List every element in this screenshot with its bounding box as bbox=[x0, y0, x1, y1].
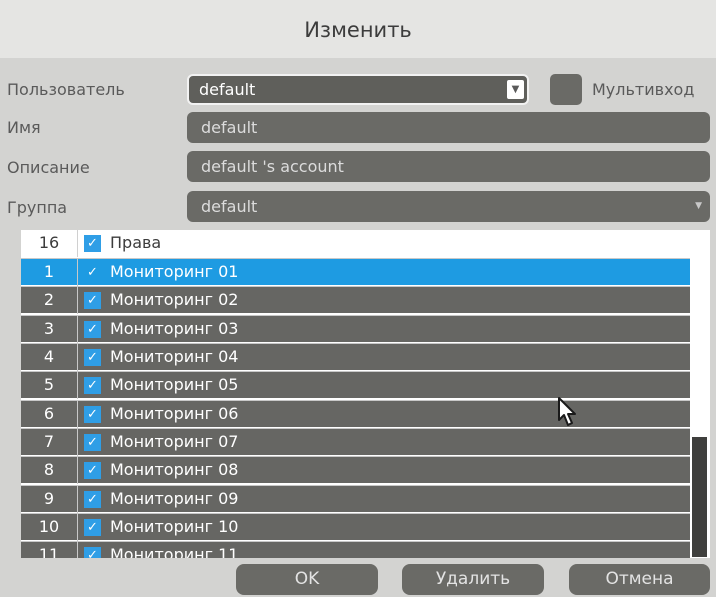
check-icon[interactable]: ✓ bbox=[84, 406, 101, 423]
row-label: Мониторинг 03 bbox=[110, 319, 239, 338]
user-select-value: default bbox=[199, 80, 256, 99]
check-icon[interactable]: ✓ bbox=[84, 377, 101, 394]
check-icon[interactable]: ✓ bbox=[84, 519, 101, 536]
edit-user-dialog: Изменить Пользователь default ▼ Мультивх… bbox=[0, 0, 716, 597]
list-item[interactable]: 7 ✓ Мониторинг 07 bbox=[21, 428, 690, 456]
row-number: 1 bbox=[43, 262, 55, 281]
row-label: Мониторинг 07 bbox=[110, 432, 239, 451]
row-number: 9 bbox=[43, 489, 55, 508]
list-item[interactable]: 6 ✓ Мониторинг 06 bbox=[21, 400, 690, 428]
check-icon[interactable]: ✓ bbox=[84, 321, 101, 338]
column-divider bbox=[77, 429, 78, 456]
dialog-title: Изменить bbox=[0, 0, 716, 58]
row-number: 7 bbox=[43, 432, 55, 451]
list-scrollbar[interactable] bbox=[690, 230, 710, 558]
user-label: Пользователь bbox=[7, 80, 125, 99]
group-value: default bbox=[201, 197, 258, 216]
cancel-button[interactable]: Отмена bbox=[569, 564, 710, 595]
list-item[interactable]: 2 ✓ Мониторинг 02 bbox=[21, 286, 690, 314]
row-label: Мониторинг 05 bbox=[110, 375, 239, 394]
column-divider bbox=[77, 401, 78, 428]
multilogin-label: Мультивход bbox=[592, 80, 695, 99]
column-divider bbox=[77, 542, 78, 558]
name-value: default bbox=[201, 118, 258, 137]
multilogin-checkbox[interactable] bbox=[550, 74, 582, 105]
column-divider bbox=[77, 259, 78, 286]
list-item[interactable]: 1 ✓ Мониторинг 01 bbox=[21, 258, 690, 286]
description-label: Описание bbox=[7, 158, 90, 177]
row-number: 2 bbox=[43, 290, 55, 309]
check-icon[interactable]: ✓ bbox=[84, 349, 101, 366]
row-label: Мониторинг 01 bbox=[110, 262, 239, 281]
check-icon[interactable]: ✓ bbox=[84, 462, 101, 479]
rights-count: 16 bbox=[38, 233, 60, 252]
column-divider bbox=[77, 230, 78, 257]
list-item[interactable]: 11 ✓ Мониторинг 11 bbox=[21, 541, 690, 558]
row-number: 8 bbox=[43, 460, 55, 479]
column-divider bbox=[77, 316, 78, 343]
user-select[interactable]: default ▼ bbox=[187, 74, 529, 105]
delete-button[interactable]: Удалить bbox=[402, 564, 544, 595]
row-number: 11 bbox=[38, 545, 60, 558]
column-divider bbox=[77, 287, 78, 314]
list-item[interactable]: 4 ✓ Мониторинг 04 bbox=[21, 343, 690, 371]
mouse-pointer-icon bbox=[558, 397, 576, 426]
rights-header-label: Права bbox=[110, 233, 162, 252]
scrollbar-thumb[interactable] bbox=[692, 437, 707, 557]
row-number: 10 bbox=[38, 517, 60, 536]
row-label: Мониторинг 10 bbox=[110, 517, 239, 536]
ok-button[interactable]: OK bbox=[236, 564, 378, 595]
description-value: default 's account bbox=[201, 157, 344, 176]
check-icon[interactable]: ✓ bbox=[84, 264, 101, 281]
description-field[interactable]: default 's account bbox=[187, 151, 710, 182]
check-icon[interactable]: ✓ bbox=[84, 235, 101, 252]
chevron-down-icon: ▼ bbox=[695, 201, 702, 211]
row-label: Мониторинг 08 bbox=[110, 460, 239, 479]
list-item[interactable]: 9 ✓ Мониторинг 09 bbox=[21, 485, 690, 513]
check-icon[interactable]: ✓ bbox=[84, 491, 101, 508]
column-divider bbox=[77, 344, 78, 371]
list-item[interactable]: 3 ✓ Мониторинг 03 bbox=[21, 315, 690, 343]
name-field[interactable]: default bbox=[187, 112, 710, 143]
row-label: Мониторинг 02 bbox=[110, 290, 239, 309]
column-divider bbox=[77, 372, 78, 399]
check-icon[interactable]: ✓ bbox=[84, 547, 101, 558]
column-divider bbox=[77, 514, 78, 541]
group-label: Группа bbox=[7, 198, 68, 217]
chevron-down-icon[interactable]: ▼ bbox=[507, 80, 524, 99]
row-number: 6 bbox=[43, 404, 55, 423]
rights-header-row[interactable]: 16 ✓ Права bbox=[21, 230, 690, 257]
group-select[interactable]: default ▼ bbox=[187, 191, 710, 222]
row-label: Мониторинг 04 bbox=[110, 347, 239, 366]
list-item[interactable]: 8 ✓ Мониторинг 08 bbox=[21, 456, 690, 484]
row-label: Мониторинг 06 bbox=[110, 404, 239, 423]
check-icon[interactable]: ✓ bbox=[84, 434, 101, 451]
list-item[interactable]: 5 ✓ Мониторинг 05 bbox=[21, 371, 690, 399]
rights-list[interactable]: 16 ✓ Права 1 ✓ Мониторинг 01 2 ✓ Монитор… bbox=[21, 230, 690, 558]
name-label: Имя bbox=[7, 118, 41, 137]
row-number: 4 bbox=[43, 347, 55, 366]
column-divider bbox=[77, 486, 78, 513]
list-item[interactable]: 10 ✓ Мониторинг 10 bbox=[21, 513, 690, 541]
check-icon[interactable]: ✓ bbox=[84, 292, 101, 309]
row-label: Мониторинг 11 bbox=[110, 545, 239, 558]
row-label: Мониторинг 09 bbox=[110, 489, 239, 508]
row-number: 5 bbox=[43, 375, 55, 394]
column-divider bbox=[77, 457, 78, 484]
row-number: 3 bbox=[43, 319, 55, 338]
